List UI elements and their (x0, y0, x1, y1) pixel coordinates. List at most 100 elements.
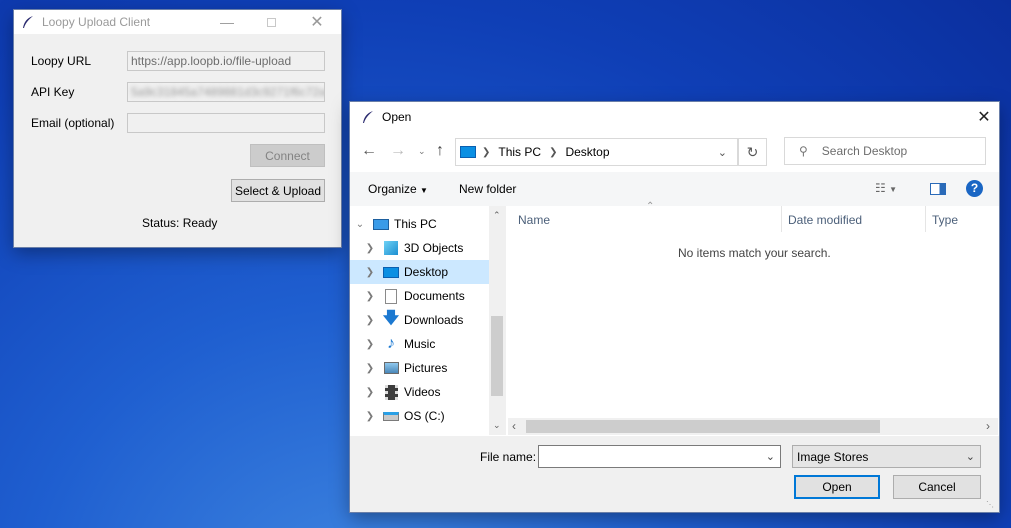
scroll-down-icon[interactable]: ⌄ (493, 420, 501, 431)
drive-icon (382, 407, 400, 425)
nav-label: OS (C:) (404, 409, 445, 423)
cancel-button[interactable]: Cancel (893, 475, 981, 499)
address-bar[interactable]: ❯ This PC ❯ Desktop ⌄ (455, 138, 738, 166)
close-icon[interactable]: ✕ (294, 10, 340, 34)
horizontal-scroll-thumb[interactable] (526, 420, 880, 433)
nav-label: Pictures (404, 361, 448, 375)
nav-item-pictures[interactable]: ❯ Pictures (350, 356, 490, 380)
nav-label: 3D Objects (404, 241, 464, 255)
nav-label: Music (404, 337, 436, 351)
column-date-modified[interactable]: Date modified (788, 207, 862, 233)
expand-chevron-icon[interactable]: ❯ (362, 267, 378, 278)
organize-button[interactable]: Organize ▼ (368, 182, 428, 196)
new-folder-button[interactable]: New folder (459, 182, 516, 196)
dialog-titlebar: Open ✕ (350, 102, 999, 132)
scroll-left-icon[interactable]: ‹ (512, 419, 516, 433)
scroll-right-icon[interactable]: › (986, 419, 990, 433)
horizontal-scrollbar[interactable]: ‹ › (508, 418, 998, 435)
up-arrow-icon[interactable]: ↑ (436, 142, 444, 160)
connect-button[interactable]: Connect (250, 144, 325, 167)
filetype-value: Image Stores (797, 449, 869, 464)
recent-chevron-icon[interactable]: ⌄ (418, 146, 426, 157)
filename-input[interactable]: ⌄ (538, 445, 781, 468)
nav-item-music[interactable]: ❯ ♪ Music (350, 332, 490, 356)
column-separator[interactable] (781, 206, 782, 232)
nav-item-desktop[interactable]: ❯ Desktop (350, 260, 489, 284)
open-button[interactable]: Open (794, 475, 880, 499)
url-field[interactable]: https://app.loopb.io/file-upload (127, 51, 325, 71)
nav-item-videos[interactable]: ❯ Videos (350, 380, 490, 404)
navigation-pane: ⌄ This PC ❯ 3D Objects ❯ Desktop ❯ Docum… (350, 206, 505, 435)
nav-scroll-thumb[interactable] (491, 316, 503, 396)
feather-app-icon (360, 109, 376, 125)
nav-item-os-c[interactable]: ❯ OS (C:) (350, 404, 490, 428)
video-icon (382, 383, 400, 401)
open-dialog: Open ✕ ← → ⌄ ↑ ❯ This PC ❯ Desktop ⌄ ↻ ⚲… (350, 102, 999, 512)
url-label: Loopy URL (31, 54, 92, 68)
command-bar (350, 172, 999, 206)
desktop-icon (382, 263, 400, 281)
nav-label: Desktop (404, 265, 449, 279)
nav-label: This PC (394, 217, 437, 231)
expand-chevron-icon[interactable]: ⌄ (352, 219, 368, 230)
expand-chevron-icon[interactable]: ❯ (362, 339, 378, 350)
expand-chevron-icon[interactable]: ❯ (362, 411, 378, 422)
pc-icon (372, 215, 390, 233)
breadcrumb-this-pc[interactable]: This PC (498, 145, 541, 159)
sort-ascending-icon: ⌃ (646, 201, 655, 212)
expand-chevron-icon[interactable]: ❯ (362, 363, 378, 374)
expand-chevron-icon[interactable]: ❯ (362, 243, 378, 254)
nav-label: Downloads (404, 313, 464, 327)
resize-grip-icon[interactable]: ⋱ (986, 500, 994, 509)
back-arrow-icon[interactable]: ← (361, 142, 377, 160)
empty-message: No items match your search. (678, 246, 831, 260)
apikey-value: 5a9c31845a7489881d3c9271f6c72ac (131, 85, 325, 99)
search-input[interactable]: ⚲ Search Desktop (784, 137, 986, 165)
expand-chevron-icon[interactable]: ❯ (362, 291, 378, 302)
view-options-icon[interactable]: ☷ ▼ (875, 181, 897, 195)
nav-item-downloads[interactable]: ❯ 🡇 Downloads (350, 308, 490, 332)
filetype-dropdown-icon[interactable]: ⌄ (966, 450, 975, 463)
apikey-label: API Key (31, 85, 75, 99)
cube-icon (382, 239, 400, 257)
refresh-icon[interactable]: ↻ (738, 138, 767, 166)
search-placeholder: Search Desktop (821, 144, 908, 158)
dialog-close-icon[interactable]: ✕ (961, 105, 1007, 129)
client-titlebar: Loopy Upload Client — ✕ (14, 10, 341, 34)
feather-app-icon (20, 14, 36, 30)
apikey-field[interactable]: 5a9c31845a7489881d3c9271f6c72ac (127, 82, 325, 102)
nav-item-this-pc[interactable]: ⌄ This PC (350, 212, 490, 236)
filename-dropdown-icon[interactable]: ⌄ (766, 450, 775, 463)
dialog-title: Open (382, 110, 412, 124)
address-dropdown-icon[interactable]: ⌄ (718, 146, 727, 159)
nav-item-documents[interactable]: ❯ Documents (350, 284, 490, 308)
column-type[interactable]: Type (932, 207, 958, 233)
desktop-icon (460, 146, 476, 158)
maximize-icon[interactable] (248, 10, 294, 34)
preview-pane-icon[interactable] (930, 183, 946, 195)
nav-label: Documents (404, 289, 465, 303)
select-upload-button[interactable]: Select & Upload (231, 179, 325, 202)
scroll-up-icon[interactable]: ⌃ (493, 210, 501, 221)
loopy-client-window: Loopy Upload Client — ✕ Loopy URL https:… (14, 10, 341, 247)
breadcrumb-desktop[interactable]: Desktop (565, 145, 609, 159)
breadcrumb-chevron-icon: ❯ (482, 146, 491, 158)
forward-arrow-icon[interactable]: → (390, 142, 406, 160)
document-icon (382, 287, 400, 305)
column-separator[interactable] (925, 206, 926, 232)
nav-item-3d-objects[interactable]: ❯ 3D Objects (350, 236, 490, 260)
help-icon[interactable]: ? (966, 180, 983, 197)
picture-icon (382, 359, 400, 377)
email-field[interactable] (127, 113, 325, 133)
expand-chevron-icon[interactable]: ❯ (362, 387, 378, 398)
nav-label: Videos (404, 385, 441, 399)
filetype-select[interactable]: Image Stores ⌄ (792, 445, 981, 468)
minimize-icon[interactable]: — (204, 10, 250, 34)
organize-label: Organize (368, 182, 417, 196)
client-title: Loopy Upload Client (42, 15, 151, 29)
email-label: Email (optional) (31, 116, 115, 130)
music-icon: ♪ (387, 335, 395, 352)
column-name[interactable]: Name (518, 207, 550, 233)
nav-scrollbar[interactable]: ⌃ ⌄ (489, 206, 506, 435)
expand-chevron-icon[interactable]: ❯ (362, 315, 378, 326)
